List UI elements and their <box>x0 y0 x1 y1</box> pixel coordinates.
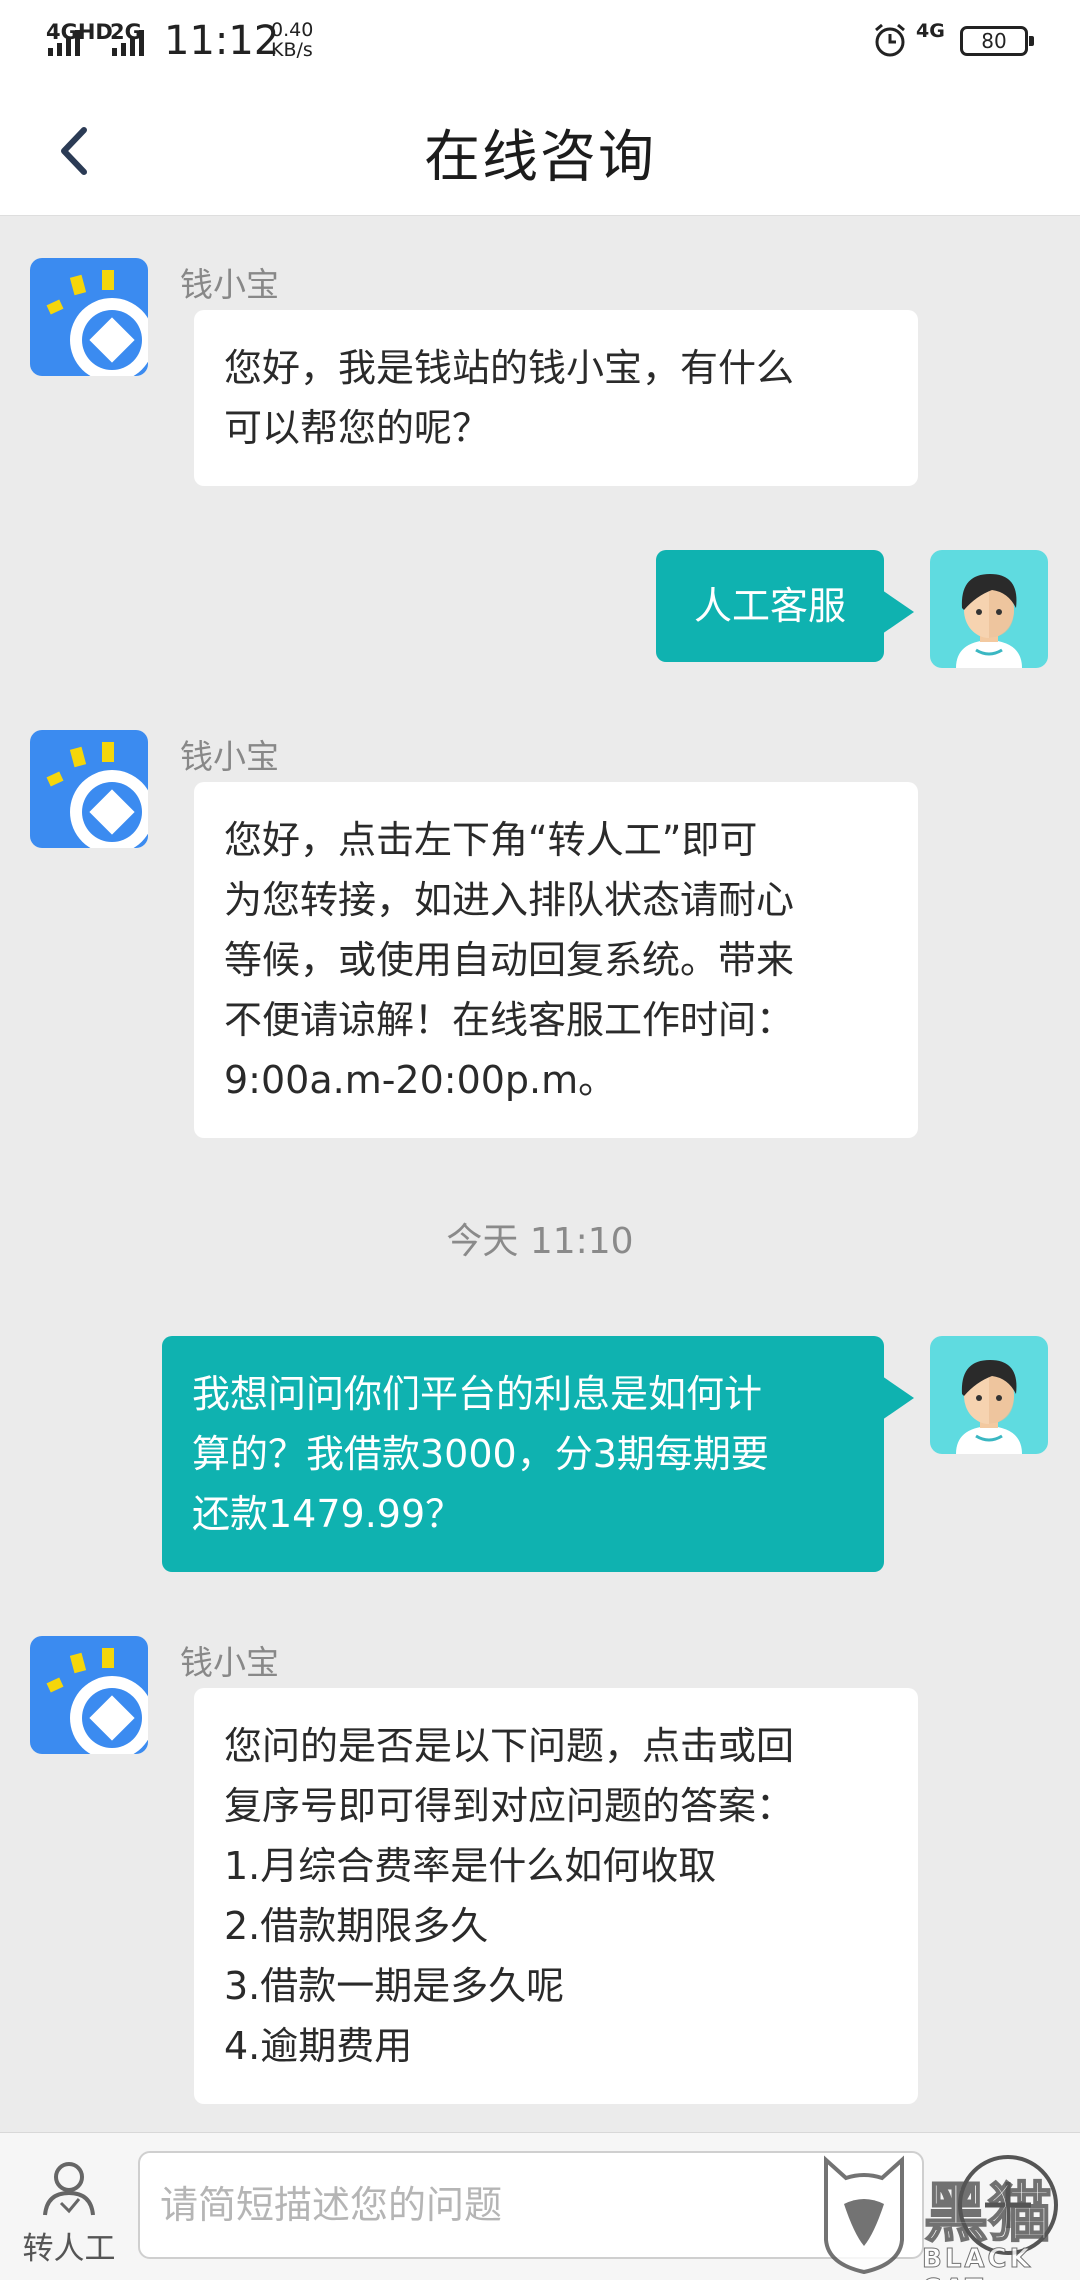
signal-strength-icon <box>48 30 80 56</box>
transfer-to-human-button[interactable]: 转人工 <box>14 2159 124 2271</box>
user-message-bubble: 人工客服 <box>656 550 914 662</box>
watermark-subtext: BLACK CAT <box>922 2244 1033 2280</box>
user-message-bubble: 我想问问你们平台的利息是如何计 算的？我借款3000，分3期每期要 还款1479… <box>162 1336 914 1572</box>
sender-name: 钱小宝 <box>180 265 279 304</box>
bot-avatar[interactable] <box>30 730 148 848</box>
cat-logo-icon <box>824 2155 904 2274</box>
bot-avatar[interactable] <box>30 1636 148 1754</box>
bot-message-bubble[interactable]: 您问的是否是以下问题，点击或回 复序号即可得到对应问题的答案： 1.月综合费率是… <box>194 1688 918 2104</box>
watermark: 黑猫 BLACK CAT <box>810 2154 1080 2280</box>
battery-level: 80 <box>981 29 1007 53</box>
transfer-label: 转人工 <box>22 2231 116 2267</box>
watermark-text: 黑猫 <box>923 2176 1053 2252</box>
network-speed-unit: KB/s <box>271 39 313 61</box>
battery-icon: 80 <box>960 26 1034 56</box>
header: 在线咨询 <box>0 86 1080 216</box>
bot-avatar[interactable] <box>30 258 148 376</box>
user-avatar[interactable] <box>930 1336 1048 1454</box>
network-speed-value: 0.40 <box>271 19 314 41</box>
message-timestamp: 今天 11:10 <box>446 1221 634 1262</box>
status-bar: 4GHD 2G 11:12 0.40 KB/s 4G 80 <box>0 0 1080 86</box>
person-icon <box>43 2162 95 2216</box>
message-input[interactable] <box>138 2151 924 2259</box>
sender-name: 钱小宝 <box>180 737 279 776</box>
sender-name: 钱小宝 <box>180 1643 279 1682</box>
signal-strength-icon-2 <box>112 30 144 56</box>
user-avatar[interactable] <box>930 550 1048 668</box>
bot-message-bubble: 您好，点击左下角“转人工”即可 为您转接，如进入排队状态请耐心 等候，或使用自动… <box>194 782 918 1138</box>
network-type-label-3: 4G <box>916 20 945 42</box>
bot-message-bubble: 您好，我是钱站的钱小宝，有什么 可以帮您的呢？ <box>194 310 918 486</box>
page-title: 在线咨询 <box>424 125 656 190</box>
network-speed: 0.40 KB/s <box>271 20 313 60</box>
clock: 11:12 <box>164 18 280 64</box>
alarm-icon <box>875 23 905 57</box>
